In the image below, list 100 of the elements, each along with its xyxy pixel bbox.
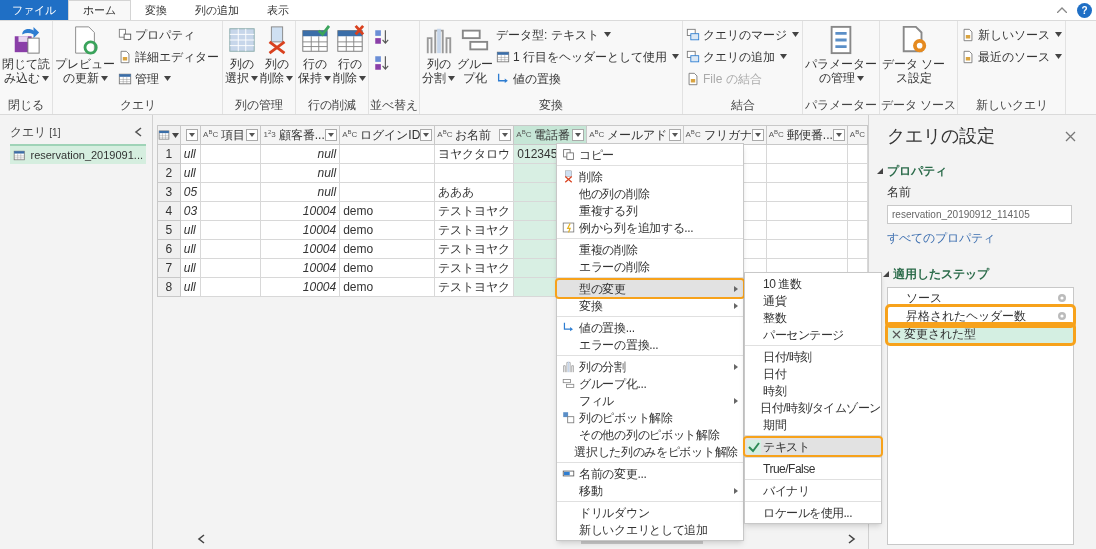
filter-dropdown-button[interactable] — [499, 129, 512, 141]
query-item[interactable]: reservation_2019091... — [10, 144, 146, 164]
menu-item[interactable]: 値の置換... — [557, 319, 743, 336]
file-tab[interactable]: ファイル — [0, 0, 68, 20]
ribbon-tab[interactable]: 変換 — [131, 0, 181, 20]
column-header[interactable]: A$^{B}$C お名前 — [434, 125, 514, 145]
ribbon-button[interactable]: クエリのマージ — [684, 25, 801, 44]
ribbon-button[interactable]: 新しいソース — [959, 25, 1065, 44]
ribbon-button[interactable]: データ型: テキスト — [494, 25, 681, 44]
menu-item[interactable]: ロケールを使用... — [745, 504, 881, 521]
column-lightning-icon — [561, 221, 575, 234]
pane-title: クエリ [1] — [10, 124, 61, 141]
menu-item[interactable]: エラーの削除 — [557, 258, 743, 275]
menu-item[interactable]: バイナリ — [745, 482, 881, 499]
table-menu-button[interactable] — [157, 125, 181, 145]
menu-item[interactable]: True/False — [745, 460, 881, 477]
menu-item[interactable]: 選択した列のみをピボット解除 — [557, 443, 743, 460]
column-header[interactable]: A$^{B}$C ログインID — [339, 125, 435, 145]
ribbon-button[interactable]: パラメーター の管理 — [804, 21, 878, 96]
column-header[interactable]: A$^{B}$C 電話番 — [513, 125, 587, 145]
ribbon-button[interactable]: グルー プ化 — [456, 21, 494, 96]
menu-item[interactable]: 削除 — [557, 168, 743, 185]
applied-step[interactable]: ソース — [888, 289, 1073, 307]
sort-icon — [373, 28, 391, 46]
menu-item[interactable]: 日付 — [745, 365, 881, 382]
collapse-icon[interactable] — [134, 127, 142, 137]
menu-item[interactable]: テキスト — [745, 438, 881, 455]
scroll-left-icon[interactable] — [197, 534, 205, 544]
ribbon-tab[interactable]: 表示 — [253, 0, 303, 20]
ribbon-button[interactable]: データ ソー ス設定 — [881, 21, 947, 96]
menu-item[interactable]: 列のピボット解除 — [557, 409, 743, 426]
column-header[interactable]: A$^{B}$C 郵便番... — [766, 125, 848, 145]
help-button[interactable]: ? — [1077, 2, 1092, 18]
close-icon[interactable] — [1065, 131, 1076, 142]
scroll-right-icon[interactable] — [848, 534, 856, 544]
table-cell: ヨヤクタロウ — [438, 147, 511, 161]
ribbon-button[interactable]: 詳細エディター — [116, 47, 221, 66]
ribbon-tab[interactable]: ホーム — [68, 0, 131, 20]
menu-item[interactable]: その他の列のピボット解除 — [557, 426, 743, 443]
filter-dropdown-button[interactable] — [668, 129, 681, 141]
caret-icon — [1055, 54, 1063, 59]
menu-item[interactable]: 列の分割 — [557, 358, 743, 375]
name-field[interactable]: reservation_20190912_114105 — [887, 205, 1072, 224]
menu-item[interactable]: グループ化... — [557, 375, 743, 392]
ribbon-button[interactable]: プロパティ — [116, 25, 221, 44]
filter-dropdown-button[interactable] — [325, 129, 338, 141]
ribbon-button[interactable]: 1 行目をヘッダーとして使用 — [494, 47, 681, 66]
filter-dropdown-button[interactable] — [186, 129, 199, 141]
menu-item[interactable]: 重複する列 — [557, 202, 743, 219]
menu-item[interactable]: 他の列の削除 — [557, 185, 743, 202]
menu-item[interactable]: 重複の削除 — [557, 241, 743, 258]
filter-dropdown-button[interactable] — [572, 129, 585, 141]
menu-item[interactable]: 例から列を追加する... — [557, 219, 743, 236]
menu-item[interactable]: 時刻 — [745, 382, 881, 399]
collapse-ribbon-icon[interactable] — [1057, 7, 1067, 13]
filter-dropdown-button[interactable] — [246, 129, 259, 141]
applied-step[interactable]: 昇格されたヘッダー数 — [888, 307, 1073, 325]
caret-icon — [249, 133, 256, 137]
ribbon-button[interactable]: 管理 — [116, 69, 221, 88]
menu-item[interactable]: コピー — [557, 146, 743, 163]
menu-item[interactable]: 日付/時刻/タイムゾーン — [745, 399, 881, 416]
table-cell: ull — [183, 280, 196, 294]
menu-item[interactable]: 変換 — [557, 297, 743, 314]
menu-item[interactable]: 型の変更 — [557, 280, 743, 297]
ribbon-button[interactable]: クエリの追加 — [684, 47, 801, 66]
ribbon-button[interactable]: プレビュー の更新 — [54, 21, 116, 96]
column-header[interactable] — [180, 125, 201, 145]
menu-item[interactable]: 名前の変更... — [557, 465, 743, 482]
menu-item[interactable]: 新しいクエリとして追加 — [557, 521, 743, 538]
menu-item[interactable]: ドリルダウン — [557, 504, 743, 521]
delete-step-icon[interactable] — [892, 329, 901, 339]
menu-item[interactable]: エラーの置換... — [557, 336, 743, 353]
column-header[interactable]: A$^{B}$C フリガナ — [683, 125, 767, 145]
ribbon-button[interactable]: 最近のソース — [959, 47, 1065, 66]
menu-item[interactable]: 10 進数 — [745, 275, 881, 292]
menu-item[interactable]: 期間 — [745, 416, 881, 433]
table-cell: null — [317, 166, 337, 180]
expanded-icon[interactable] — [883, 271, 889, 277]
ribbon-button[interactable]: 閉じて読 み込む — [1, 21, 51, 96]
menu-item[interactable]: 日付/時刻 — [745, 348, 881, 365]
menu-item[interactable]: 通貨 — [745, 292, 881, 309]
group-label: 新しいクエリ — [974, 97, 1049, 114]
ribbon-button[interactable]: 行の 削除 — [332, 21, 367, 96]
filter-dropdown-button[interactable] — [420, 129, 433, 141]
ribbon-button[interactable]: 列の 削除 — [259, 21, 294, 96]
ribbon-button[interactable]: 列の 分割 — [421, 21, 456, 96]
menu-item[interactable]: フィル — [557, 392, 743, 409]
ribbon-tab[interactable]: 列の追加 — [181, 0, 253, 20]
filter-dropdown-button[interactable] — [832, 129, 845, 141]
column-header[interactable]: 1$^{2}$3 顧客番... — [260, 125, 340, 145]
ribbon-button[interactable]: 行の 保持 — [297, 21, 332, 96]
menu-item[interactable]: 移動 — [557, 482, 743, 499]
column-header[interactable]: A$^{B}$C 項目 — [200, 125, 261, 145]
menu-item[interactable]: 整数 — [745, 309, 881, 326]
ribbon-button[interactable]: 列の 選択 — [224, 21, 259, 96]
ribbon-button[interactable]: 値の置換 — [494, 69, 681, 88]
menu-item[interactable]: パーセンテージ — [745, 326, 881, 343]
filter-dropdown-button[interactable] — [751, 129, 764, 141]
expanded-icon[interactable] — [877, 168, 883, 174]
all-properties-link[interactable]: すべてのプロパティ — [887, 229, 995, 247]
